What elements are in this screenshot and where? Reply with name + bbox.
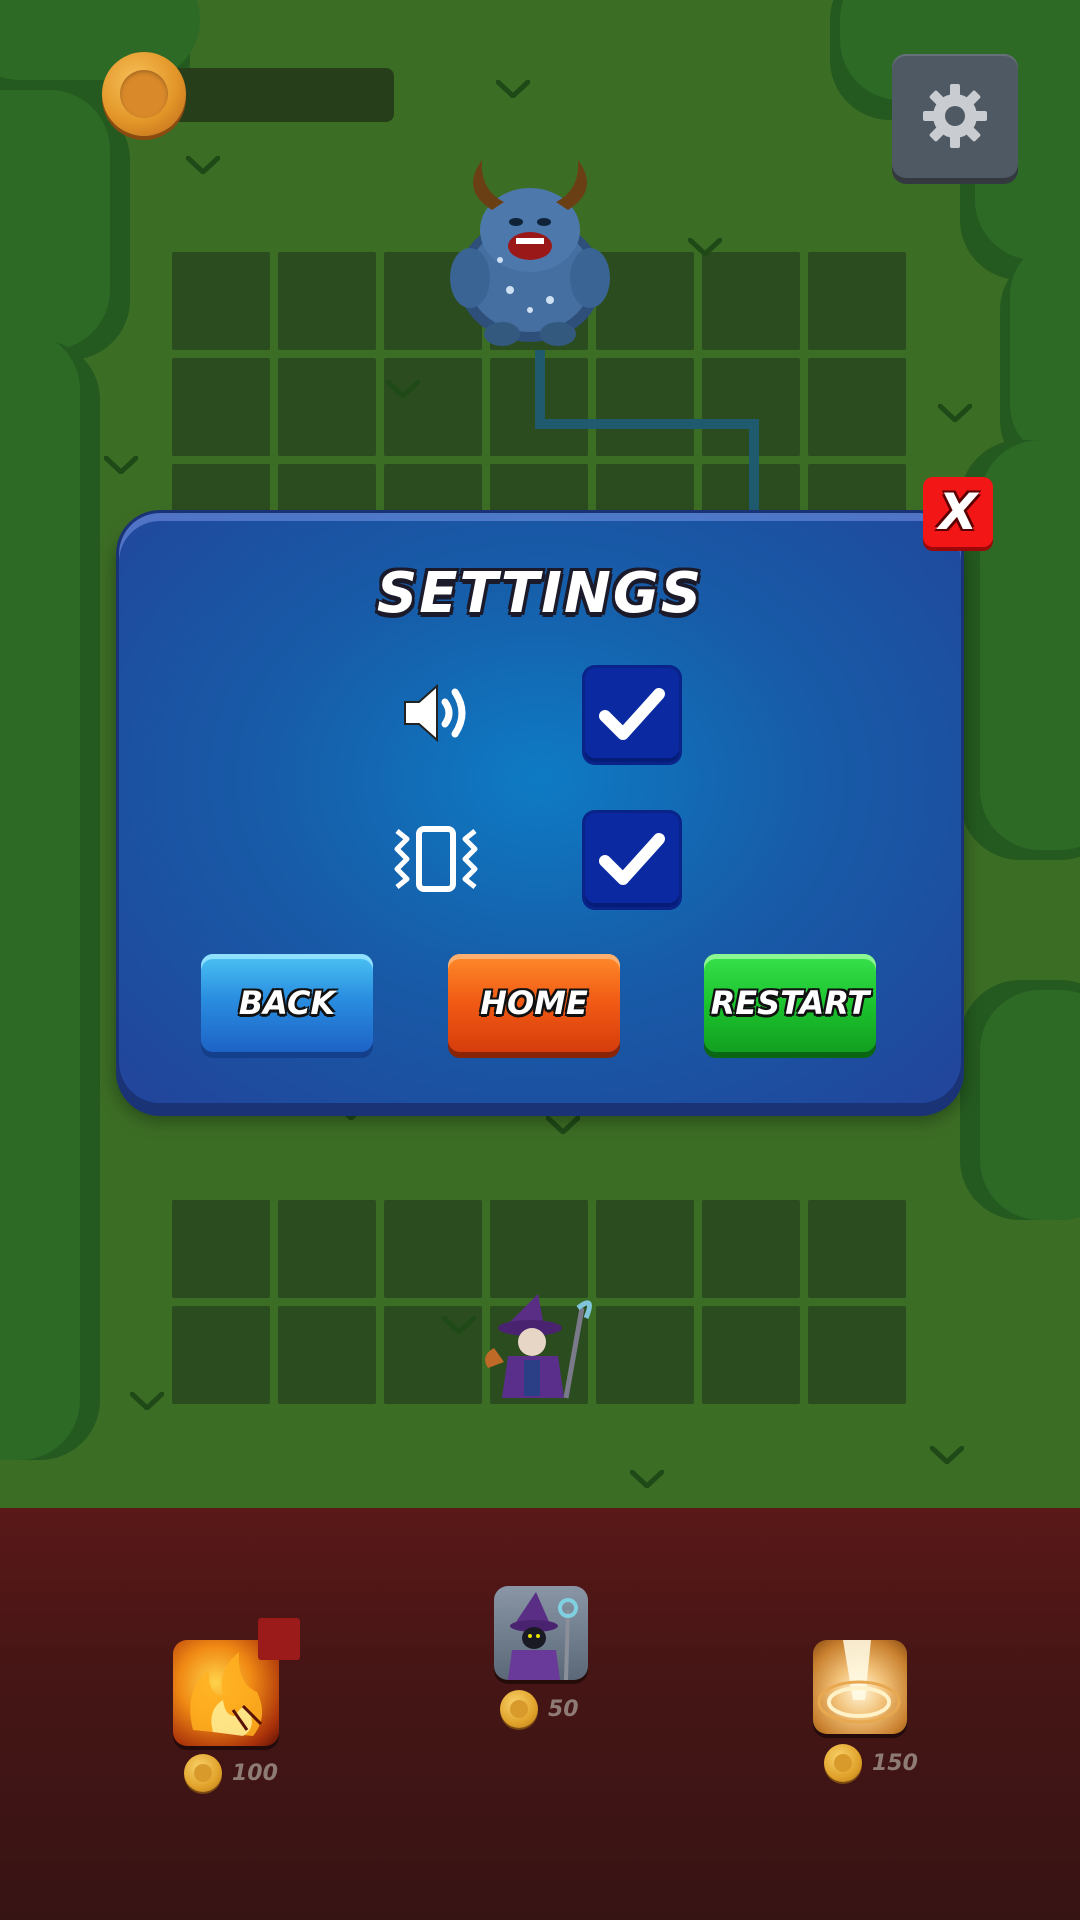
locked-marker (258, 1618, 300, 1660)
coin-icon (500, 1690, 538, 1728)
price-value: 100 (232, 1760, 278, 1786)
vibration-toggle-checkbox[interactable] (585, 813, 679, 907)
settings-button[interactable] (892, 54, 1018, 178)
coin-icon (184, 1754, 222, 1792)
wizard-unit-icon (508, 1592, 578, 1680)
dialog-title: SETTINGS (376, 561, 704, 626)
speaker-icon (404, 683, 466, 743)
sound-toggle-checkbox[interactable] (585, 668, 679, 762)
price-value: 50 (548, 1696, 579, 1722)
checkmark-icon (599, 833, 665, 885)
close-button[interactable]: X (923, 477, 993, 547)
shop-item-wizard[interactable] (494, 1586, 588, 1680)
back-button[interactable]: BACK (201, 954, 373, 1052)
unit-shop: 100 50 150 (0, 1508, 1080, 1920)
yeti-monster-icon (450, 160, 610, 346)
gear-icon (923, 84, 987, 148)
shop-item-light-beam[interactable] (813, 1640, 907, 1734)
price-label: 100 (184, 1754, 278, 1792)
home-button[interactable]: HOME (448, 954, 620, 1052)
price-value: 150 (872, 1750, 918, 1776)
price-label: 150 (824, 1744, 918, 1782)
wizard-icon (485, 1294, 593, 1399)
restart-button[interactable]: RESTART (704, 954, 876, 1052)
price-label: 50 (500, 1690, 579, 1728)
light-beam-spell-icon (817, 1640, 901, 1724)
coin-icon (824, 1744, 862, 1782)
coin-icon (102, 52, 186, 136)
coin-counter-bar (150, 68, 394, 122)
checkmark-icon (599, 688, 665, 740)
settings-dialog: SETTINGS BACK HOME RESTART (116, 510, 964, 1106)
vibration-icon (394, 826, 478, 892)
